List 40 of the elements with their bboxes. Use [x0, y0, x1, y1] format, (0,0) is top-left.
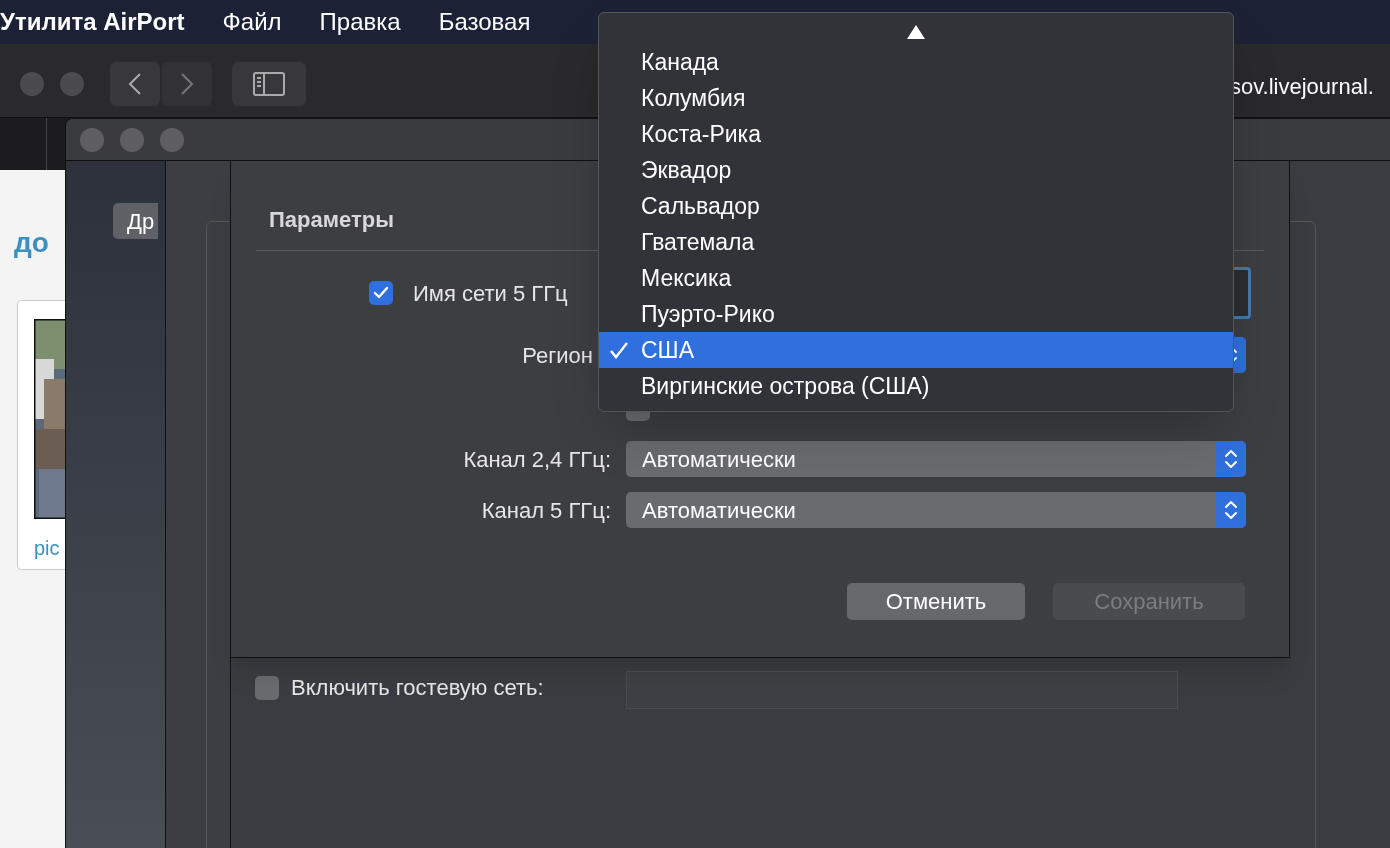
menu-option[interactable]: Коста-Рика — [599, 116, 1233, 152]
stepper-icon — [1216, 492, 1246, 528]
channel-label: Канал 2,4 ГГц: — [462, 445, 611, 474]
back-button[interactable] — [110, 62, 160, 106]
checkmark-icon — [373, 286, 389, 300]
sidebar-icon — [253, 72, 285, 96]
region-label: Регион — [521, 341, 594, 370]
channel-label: Канал 5 ГГц: — [480, 496, 611, 525]
app-menu[interactable]: Утилита AirPort — [0, 4, 185, 40]
menu-option[interactable]: Эквадор — [599, 152, 1233, 188]
cancel-button[interactable]: Отменить — [847, 583, 1025, 620]
checkbox[interactable] — [255, 675, 279, 700]
checkbox[interactable] — [369, 281, 393, 305]
sheet-title: Параметры — [269, 207, 394, 232]
forward-button[interactable] — [162, 62, 212, 106]
menu-option[interactable]: Мексика — [599, 260, 1233, 296]
menu-item[interactable]: Файл — [222, 4, 282, 40]
menu-option[interactable]: США — [599, 332, 1233, 368]
address-text[interactable]: sov.livejournal. — [1230, 70, 1374, 103]
menu-option[interactable]: Колумбия — [599, 80, 1233, 116]
chevron-left-icon — [128, 72, 142, 96]
stepper-icon — [1216, 441, 1246, 477]
chevron-right-icon — [180, 72, 194, 96]
channel-popup[interactable]: Автоматически — [626, 492, 1246, 528]
scroll-up-arrow-icon[interactable] — [906, 24, 926, 40]
menu-item[interactable]: Базовая — [438, 4, 531, 40]
menu-option[interactable]: Гватемала — [599, 224, 1233, 260]
card-caption: pic — [34, 536, 60, 561]
sidebar-tab-button[interactable]: Др — [113, 203, 159, 239]
sidebar-button[interactable] — [232, 62, 306, 106]
menu-option[interactable]: Канада — [599, 44, 1233, 80]
guest-network-label: Включить гостевую сеть: — [291, 674, 544, 702]
menu-item[interactable]: Правка — [319, 4, 401, 40]
channel-popup[interactable]: Автоматически — [626, 441, 1246, 477]
checkmark-icon — [609, 341, 629, 359]
menu-option[interactable]: Сальвадор — [599, 188, 1233, 224]
menu-option[interactable]: Пуэрто-Рико — [599, 296, 1233, 332]
network-name-label: Имя сети 5 ГГц — [413, 279, 568, 308]
page-heading: до — [14, 226, 49, 260]
menu-option[interactable]: Виргинские острова (США) — [599, 368, 1233, 404]
